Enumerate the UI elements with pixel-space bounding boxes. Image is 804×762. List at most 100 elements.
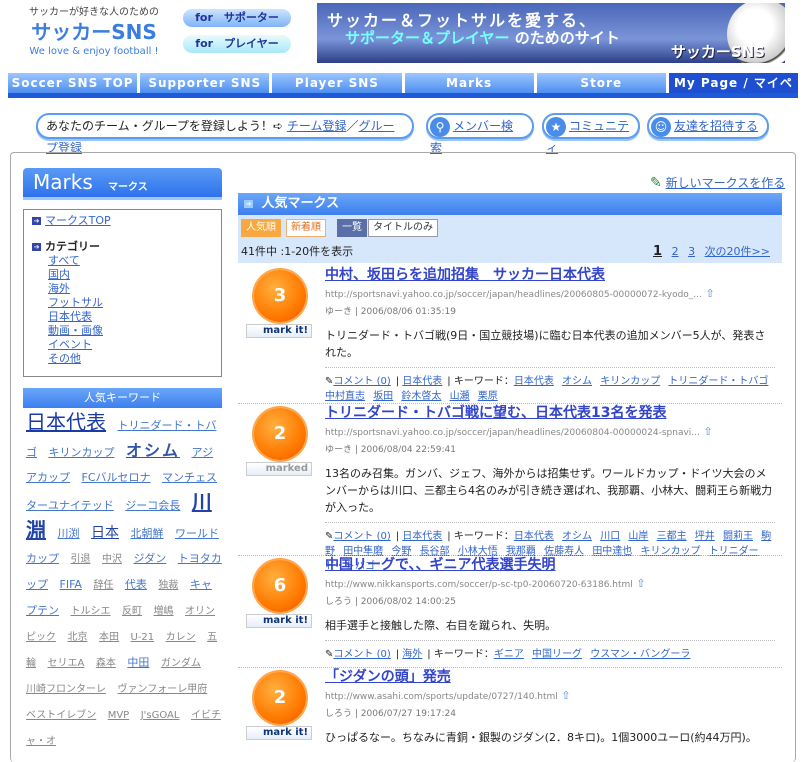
keyword-link[interactable]: 辞任 xyxy=(93,580,113,591)
member-search-button[interactable]: ⚲ メンバー検索 xyxy=(426,113,534,155)
keyword-tag-link[interactable]: 中国リーグ xyxy=(532,649,582,660)
keyword-link[interactable]: 反町 xyxy=(122,606,142,617)
category-link[interactable]: フットサル xyxy=(48,296,213,310)
keyword-link[interactable]: ジーコ会長 xyxy=(125,499,180,512)
nav-player-sns[interactable]: Player SNS xyxy=(272,73,402,93)
mark-title-link[interactable]: 「ジダンの頭」発売 xyxy=(325,668,775,686)
category-link[interactable]: すべて xyxy=(48,254,213,268)
mark-it-button[interactable]: mark it! xyxy=(246,614,312,628)
mark-title-link[interactable]: トリニダード・トバゴ戦に望む、日本代表13名を発表 xyxy=(325,404,775,422)
category-link[interactable]: 動画・画像 xyxy=(48,324,213,338)
nav-supporter-sns[interactable]: Supporter SNS xyxy=(140,73,270,93)
team-register-link[interactable]: チーム登録 xyxy=(287,119,347,133)
for-player-button[interactable]: for プレイヤー xyxy=(183,35,291,53)
keyword-link[interactable]: 代表 xyxy=(125,578,147,591)
comment-link[interactable]: コメント (0) xyxy=(333,649,390,660)
site-banner[interactable]: サッカー＆フットサルを愛する、 サポーター＆プレイヤー のためのサイト サッカー… xyxy=(317,3,785,63)
category-link[interactable]: 海外 xyxy=(48,282,213,296)
keyword-link[interactable]: 中田 xyxy=(127,656,149,669)
site-logo[interactable]: サッカーが好きな人のための サッカーSNS We love & enjoy fo… xyxy=(16,6,172,58)
view-list-tab[interactable]: 一覧 xyxy=(337,219,367,237)
keyword-link[interactable]: 本田 xyxy=(99,632,119,643)
mark-badge[interactable]: 6 mark it! xyxy=(246,560,316,640)
up-arrow-icon[interactable]: ⇧ xyxy=(558,689,570,702)
keyword-tag-link[interactable]: キリンカップ xyxy=(600,376,660,387)
keyword-tag-link[interactable]: ウスマン・バングーラ xyxy=(590,649,690,660)
keyword-tag-link[interactable]: 栗原 xyxy=(478,391,498,402)
marks-top-link[interactable]: マークスTOP xyxy=(45,214,111,227)
for-supporter-button[interactable]: for サポーター xyxy=(183,9,291,27)
keyword-link[interactable]: 日本 xyxy=(91,525,119,541)
mark-title-link[interactable]: 中村、坂田らを追加招集 サッカー日本代表 xyxy=(325,266,775,284)
keyword-tag-link[interactable]: 三都主 xyxy=(657,531,687,542)
keyword-link[interactable]: ベストイレブン xyxy=(26,710,96,721)
category-tag-link[interactable]: 日本代表 xyxy=(402,376,442,387)
new-mark-link[interactable]: ✎ 新しいマークスを作る xyxy=(650,174,785,191)
up-arrow-icon[interactable]: ⇧ xyxy=(633,577,645,590)
keyword-tag-link[interactable]: 鈴木啓太 xyxy=(401,391,441,402)
category-link[interactable]: 国内 xyxy=(48,268,213,282)
comment-link[interactable]: コメント (0) xyxy=(333,531,390,542)
keyword-link[interactable]: 増嶋 xyxy=(154,606,174,617)
keyword-link[interactable]: キリンカップ xyxy=(49,446,115,459)
keyword-link[interactable]: U-21 xyxy=(131,632,155,643)
marked-label[interactable]: marked xyxy=(246,462,312,476)
keyword-tag-link[interactable]: 日本代表 xyxy=(514,531,554,542)
mark-title-link[interactable]: 中国リーグで、、ギニア代表選手失明 xyxy=(325,556,775,574)
url-text[interactable]: http://sportsnavi.yahoo.co.jp/soccer/jap… xyxy=(325,290,702,300)
keyword-tag-link[interactable]: オシム xyxy=(562,531,592,542)
sort-popular-tab[interactable]: 人気順 xyxy=(241,219,281,237)
keyword-link[interactable]: トルシエ xyxy=(71,606,111,617)
keyword-link[interactable]: 北京 xyxy=(68,632,88,643)
comment-link[interactable]: コメント (0) xyxy=(333,376,390,387)
keyword-link[interactable]: FIFA xyxy=(60,578,82,591)
keyword-tag-link[interactable]: 山瀬 xyxy=(450,391,470,402)
keyword-link[interactable]: ヴァンフォーレ甲府 xyxy=(118,684,208,695)
sort-newest-tab[interactable]: 新着順 xyxy=(286,219,326,237)
mark-it-button[interactable]: mark it! xyxy=(246,324,312,338)
keyword-link[interactable]: J'sGOAL xyxy=(141,710,180,721)
keyword-tag-link[interactable]: ギニア xyxy=(494,649,524,660)
keyword-link[interactable]: 中沢 xyxy=(102,554,122,565)
keyword-link[interactable]: 独裁 xyxy=(158,580,178,591)
new-mark-text[interactable]: 新しいマークスを作る xyxy=(666,176,786,190)
url-text[interactable]: http://www.nikkansports.com/soccer/p-sc-… xyxy=(325,580,633,590)
keyword-tag-link[interactable]: 闘莉王 xyxy=(723,531,753,542)
keyword-link[interactable]: カレン xyxy=(166,632,196,643)
keyword-tag-link[interactable]: トリニダード・トバゴ xyxy=(668,376,768,387)
keyword-link[interactable]: ガンダム xyxy=(161,658,201,669)
category-link[interactable]: 日本代表 xyxy=(48,310,213,324)
next-page-link[interactable]: 次の20件>> xyxy=(705,245,770,258)
invite-friends-button[interactable]: ☺ 友達を招待する xyxy=(647,113,769,139)
mark-badge[interactable]: 2 mark it! xyxy=(246,672,316,752)
keyword-tag-link[interactable]: 坪井 xyxy=(695,531,715,542)
keyword-tag-link[interactable]: 中村直志 xyxy=(325,391,365,402)
keyword-tag-link[interactable]: 川口 xyxy=(600,531,620,542)
keyword-link[interactable]: FCバルセロナ xyxy=(82,471,151,484)
category-link[interactable]: イベント xyxy=(48,338,213,352)
keyword-link[interactable]: オシム xyxy=(126,441,180,460)
nav-soccer-sns-top[interactable]: Soccer SNS TOP xyxy=(8,73,138,93)
nav-marks[interactable]: Marks xyxy=(404,73,534,93)
keyword-link[interactable]: ジダン xyxy=(134,552,167,565)
invite-friends-link[interactable]: 友達を招待する xyxy=(674,119,758,133)
keyword-link[interactable]: 日本代表 xyxy=(26,410,106,434)
keyword-tag-link[interactable]: オシム xyxy=(562,376,592,387)
keyword-tag-link[interactable]: 山岸 xyxy=(628,531,648,542)
community-button[interactable]: ★ コミュニティ xyxy=(542,113,640,155)
view-title-only-tab[interactable]: タイトルのみ xyxy=(368,219,438,237)
keyword-link[interactable]: セリエA xyxy=(48,658,85,669)
keyword-link[interactable]: MVP xyxy=(108,710,130,721)
category-link[interactable]: その他 xyxy=(48,352,213,366)
keyword-link[interactable]: 北朝鮮 xyxy=(131,527,164,540)
up-arrow-icon[interactable]: ⇧ xyxy=(700,425,712,438)
mark-badge[interactable]: 3 mark it! xyxy=(246,270,316,350)
keyword-link[interactable]: 川崎フロンターレ xyxy=(26,684,106,695)
page-link[interactable]: 3 xyxy=(688,245,695,258)
page-link[interactable]: 2 xyxy=(672,245,679,258)
category-tag-link[interactable]: 海外 xyxy=(402,649,422,660)
nav-my-page[interactable]: My Page / マイページ xyxy=(668,73,799,110)
keyword-link[interactable]: 森本 xyxy=(96,658,116,669)
up-arrow-icon[interactable]: ⇧ xyxy=(702,287,714,300)
keyword-tag-link[interactable]: 日本代表 xyxy=(514,376,554,387)
